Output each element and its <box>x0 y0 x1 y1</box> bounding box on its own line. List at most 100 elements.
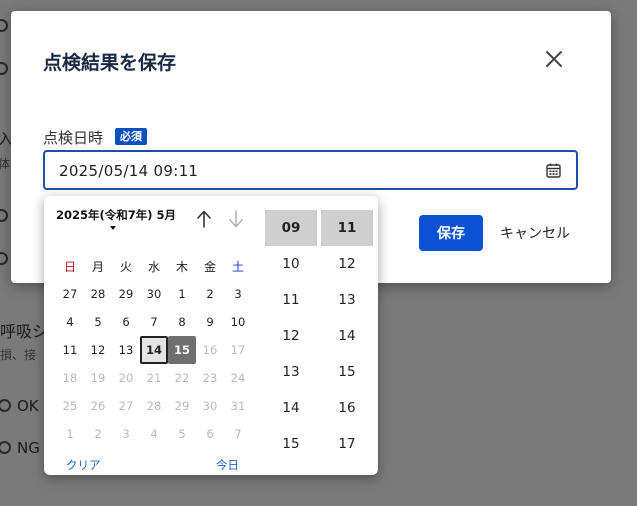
hour-option[interactable]: 09 <box>265 210 317 246</box>
calendar-day: 7 <box>234 427 242 441</box>
minute-option[interactable]: 11 <box>321 210 373 246</box>
weekday-label: 日 <box>63 259 76 274</box>
calendar-day-selected[interactable]: 15 <box>168 336 196 364</box>
calendar-day[interactable]: 5 <box>84 308 112 336</box>
calendar-day: 2 <box>94 427 102 441</box>
bg-radio-ng[interactable] <box>0 441 11 454</box>
calendar-week-row: 18 19 20 21 22 23 24 <box>56 364 252 392</box>
calendar-day[interactable]: 10 <box>224 308 252 336</box>
calendar-day: 3 <box>122 427 130 441</box>
calendar-day: 21 <box>146 371 162 385</box>
bg-section-heading: 呼吸シ <box>0 322 49 341</box>
hour-option[interactable]: 15 <box>265 426 317 462</box>
calendar-week-row: 4 5 6 7 8 9 10 <box>56 308 252 336</box>
datetime-input-value[interactable]: 2025/05/14 09:11 <box>59 162 198 180</box>
calendar-day: 28 <box>146 399 162 413</box>
minute-option[interactable]: 17 <box>321 426 373 462</box>
weekday-label: 土 <box>231 259 244 274</box>
calendar-day[interactable]: 4 <box>56 308 84 336</box>
weekday-header: 日 月 火 水 木 金 土 <box>56 252 252 280</box>
calendar-day[interactable]: 7 <box>140 308 168 336</box>
weekday-label: 水 <box>147 259 160 274</box>
calendar-day[interactable]: 9 <box>196 308 224 336</box>
calendar-day[interactable]: 13 <box>112 336 140 364</box>
calendar-day: 19 <box>90 371 106 385</box>
cancel-button[interactable]: キャンセル <box>495 215 575 251</box>
dialog-title: 点検結果を保存 <box>43 52 177 74</box>
calendar-day[interactable]: 8 <box>168 308 196 336</box>
close-icon <box>546 51 562 67</box>
calendar-week-row: 11 12 13 14 15 16 17 <box>56 336 252 364</box>
bg-ng-label: NG <box>17 439 40 457</box>
bg-radio-2 <box>0 62 8 75</box>
minute-option[interactable]: 12 <box>321 246 373 282</box>
calendar-day[interactable]: 11 <box>56 336 84 364</box>
calendar-day: 20 <box>118 371 134 385</box>
calendar-day: 25 <box>62 399 78 413</box>
calendar-day: 22 <box>174 371 190 385</box>
month-dropdown-caret-icon[interactable] <box>110 226 116 230</box>
arrow-up-icon[interactable] <box>194 208 214 230</box>
calendar-day: 26 <box>90 399 106 413</box>
hour-option[interactable]: 11 <box>265 282 317 318</box>
save-button[interactable]: 保存 <box>419 215 483 251</box>
calendar-day[interactable]: 3 <box>224 280 252 308</box>
hour-column: 09 10 11 12 13 14 15 <box>265 210 317 462</box>
minute-option[interactable]: 16 <box>321 390 373 426</box>
calendar-day: 1 <box>66 427 74 441</box>
calendar-day[interactable]: 28 <box>84 280 112 308</box>
minute-option[interactable]: 15 <box>321 354 373 390</box>
calendar-week-row: 1 2 3 4 5 6 7 <box>56 420 252 448</box>
clear-button[interactable]: クリア <box>66 457 101 473</box>
calendar-day[interactable]: 29 <box>112 280 140 308</box>
calendar-day: 6 <box>206 427 214 441</box>
minute-column: 11 12 13 14 15 16 17 <box>321 210 373 462</box>
calendar-day[interactable]: 6 <box>112 308 140 336</box>
bg-text-fragment: 損、接 <box>0 348 37 362</box>
weekday-label: 月 <box>91 259 104 274</box>
month-selector[interactable]: 2025年(令和7年) 5月 <box>56 207 176 223</box>
hour-option[interactable]: 14 <box>265 390 317 426</box>
bg-radio-1 <box>0 19 8 32</box>
calendar-weeks: 27 28 29 30 1 2 3 4 5 6 7 8 9 10 11 12 13 14 15 16 17 18 19 20 2… <box>56 280 252 448</box>
calendar-day: 24 <box>230 371 246 385</box>
hour-option[interactable]: 12 <box>265 318 317 354</box>
calendar-day[interactable]: 12 <box>84 336 112 364</box>
datetime-picker: 2025年(令和7年) 5月 日 月 火 水 木 金 土 27 28 29 30 1 2 3… <box>44 196 378 475</box>
calendar-day: 29 <box>174 399 190 413</box>
close-button[interactable] <box>543 48 565 70</box>
bg-radio-4 <box>0 252 8 265</box>
hour-option[interactable]: 10 <box>265 246 317 282</box>
calendar-day: 30 <box>202 399 218 413</box>
bg-text-fragment: 体 <box>0 157 11 171</box>
calendar-day[interactable]: 27 <box>56 280 84 308</box>
weekday-label: 火 <box>119 259 132 274</box>
weekday-label: 木 <box>175 259 188 274</box>
today-button[interactable]: 今日 <box>216 457 239 473</box>
hour-option[interactable]: 13 <box>265 354 317 390</box>
calendar-day: 31 <box>230 399 246 413</box>
datetime-input[interactable]: 2025/05/14 09:11 <box>43 150 578 190</box>
weekday-label: 金 <box>203 259 216 274</box>
calendar-icon[interactable] <box>545 162 562 179</box>
bg-ok-label: OK <box>17 397 39 415</box>
calendar-day[interactable]: 2 <box>196 280 224 308</box>
calendar-day[interactable]: 1 <box>168 280 196 308</box>
bg-radio-3 <box>0 209 8 222</box>
required-badge: 必須 <box>115 128 147 145</box>
calendar-day: 5 <box>178 427 186 441</box>
calendar-day: 16 <box>202 343 218 357</box>
bg-radio-ok[interactable] <box>0 399 11 412</box>
calendar-day: 17 <box>230 343 246 357</box>
calendar-week-row: 27 28 29 30 1 2 3 <box>56 280 252 308</box>
arrow-down-icon[interactable] <box>226 208 246 230</box>
calendar-day: 27 <box>118 399 134 413</box>
calendar-grid: 日 月 火 水 木 金 土 27 28 29 30 1 2 3 4 5 6 7 8 9 10 11 12 13 1… <box>56 252 252 448</box>
calendar-day-today[interactable]: 14 <box>140 336 168 364</box>
minute-option[interactable]: 13 <box>321 282 373 318</box>
calendar-week-row: 25 26 27 28 29 30 31 <box>56 392 252 420</box>
calendar-day: 4 <box>150 427 158 441</box>
calendar-day[interactable]: 30 <box>140 280 168 308</box>
minute-option[interactable]: 14 <box>321 318 373 354</box>
datetime-field-label: 点検日時 <box>43 129 104 147</box>
